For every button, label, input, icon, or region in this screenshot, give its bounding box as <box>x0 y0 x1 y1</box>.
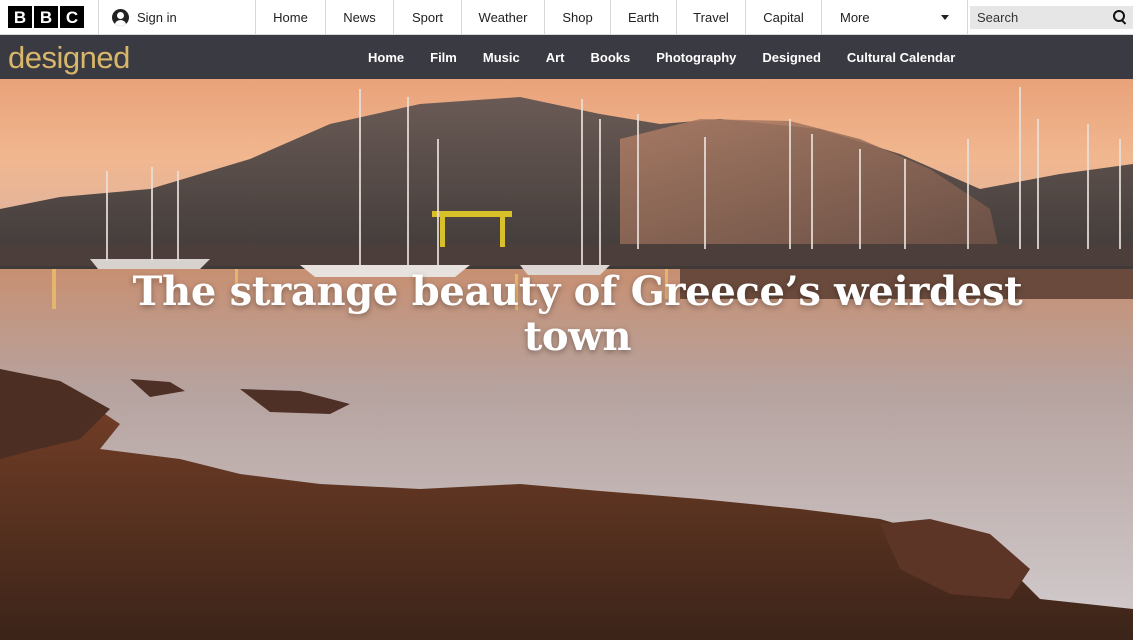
search-box <box>970 5 1133 29</box>
logo-letter-b2: B <box>34 6 58 28</box>
caret-down-icon <box>941 14 949 20</box>
search-input[interactable] <box>977 9 1097 25</box>
user-icon <box>112 8 129 26</box>
logo-letter-b1: B <box>8 6 32 28</box>
sign-in-button[interactable]: Sign in <box>99 0 256 34</box>
nav-home[interactable]: Home <box>256 0 326 34</box>
section-nav-photography[interactable]: Photography <box>643 50 749 65</box>
logo-letter-c: C <box>60 6 84 28</box>
nav-travel[interactable]: Travel <box>677 0 746 34</box>
bbc-logo[interactable]: B B C <box>0 0 99 34</box>
section-nav: Home Film Music Art Books Photography De… <box>355 35 968 79</box>
section-nav-designed[interactable]: Designed <box>749 50 834 65</box>
section-nav-cultural-calendar[interactable]: Cultural Calendar <box>834 50 968 65</box>
article-headline[interactable]: The strange beauty of Greece’s weirdest … <box>120 269 1035 359</box>
nav-capital[interactable]: Capital <box>746 0 822 34</box>
section-nav-home[interactable]: Home <box>355 50 417 65</box>
more-label: More <box>840 9 870 25</box>
nav-weather[interactable]: Weather <box>462 0 545 34</box>
more-menu-button[interactable]: More <box>822 0 968 34</box>
search-icon[interactable] <box>1113 10 1127 24</box>
section-nav-bar: designed Home Film Music Art Books Photo… <box>0 35 1133 79</box>
nav-earth[interactable]: Earth <box>611 0 677 34</box>
section-nav-film[interactable]: Film <box>417 50 470 65</box>
sign-in-label: Sign in <box>137 9 177 25</box>
section-nav-books[interactable]: Books <box>577 50 643 65</box>
bbc-global-nav: B B C Sign in Home News Sport Weather Sh… <box>0 0 1133 35</box>
search-container <box>968 0 1133 34</box>
nav-news[interactable]: News <box>326 0 394 34</box>
section-nav-music[interactable]: Music <box>470 50 533 65</box>
hero-image: The strange beauty of Greece’s weirdest … <box>0 79 1133 640</box>
section-nav-art[interactable]: Art <box>533 50 578 65</box>
section-brand-logo[interactable]: designed <box>0 42 130 73</box>
nav-shop[interactable]: Shop <box>545 0 611 34</box>
nav-sport[interactable]: Sport <box>394 0 462 34</box>
